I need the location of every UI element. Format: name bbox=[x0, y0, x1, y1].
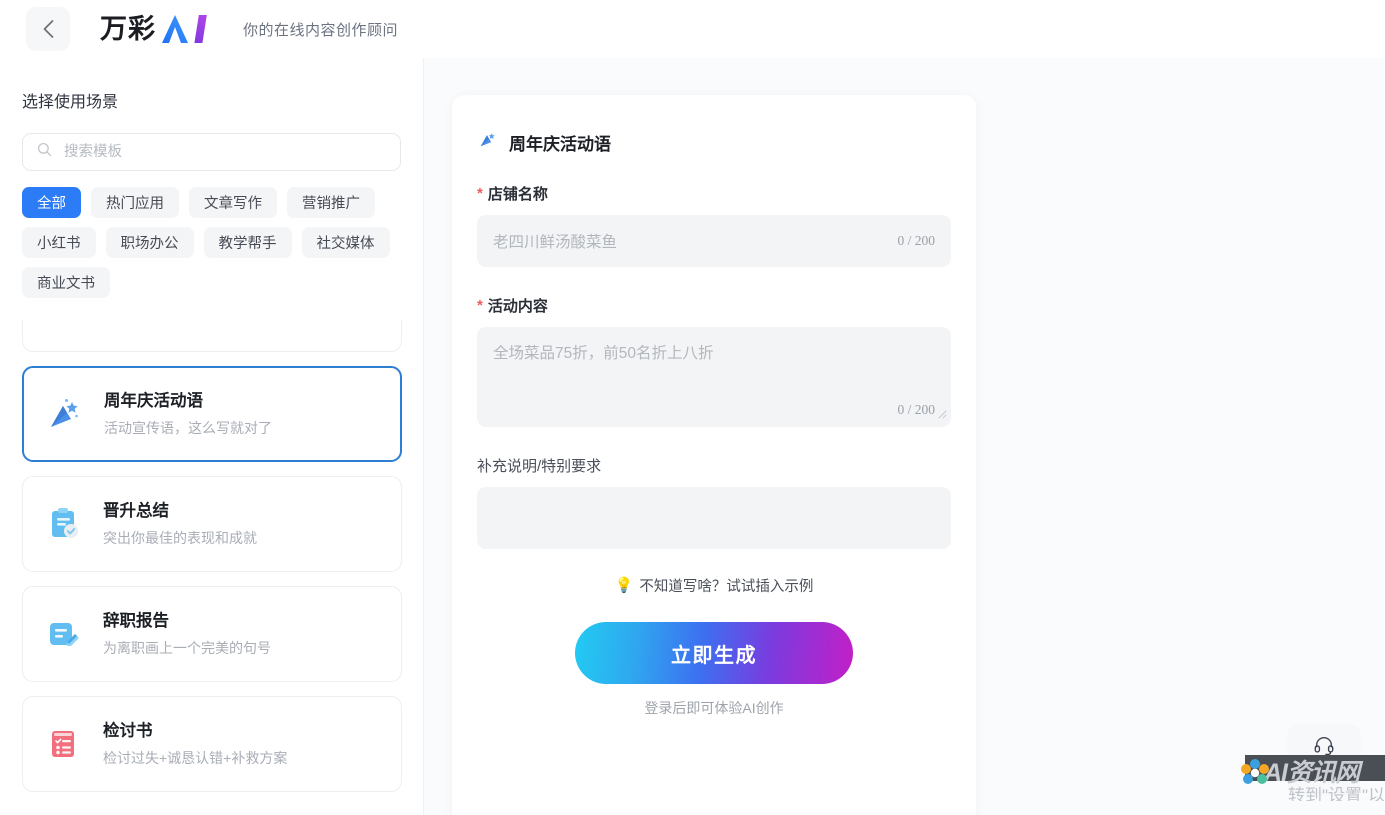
template-desc: 活动宣传语，这么写就对了 bbox=[104, 420, 272, 437]
form-title: 周年庆活动语 bbox=[509, 134, 611, 154]
brand-logo[interactable]: 万彩 bbox=[100, 14, 217, 44]
activity-content-textarea[interactable]: 全场菜品75折，前50名折上八折 0 / 200 bbox=[477, 327, 951, 427]
template-card-resignation[interactable]: 辞职报告 为离职画上一个完美的句号 bbox=[22, 586, 402, 682]
chip-xiaohongshu[interactable]: 小红书 bbox=[22, 227, 96, 258]
clipboard-check-icon bbox=[43, 504, 83, 544]
template-list[interactable]: 清晰新政策、推动新目标 周年庆活动语 活动宣传语，这么写就对了 bbox=[0, 320, 423, 815]
search-icon bbox=[37, 142, 52, 162]
sidebar: 选择使用场景 全部 热门应用 文章写作 营销推广 小红书 职场办公 教学帮手 社… bbox=[0, 58, 424, 815]
template-card-self-criticism[interactable]: 检讨书 检讨过失+诚恳认错+补救方案 bbox=[22, 696, 402, 792]
required-asterisk: * bbox=[477, 185, 483, 202]
main-content: AI创作结果会在显示这里 现在，你只需要 1. 在左侧填好必要的信息，填写越详细… bbox=[424, 58, 1385, 815]
generation-form-card: 周年庆活动语 * 店铺名称 老四川鲜汤酸菜鱼 0 / 200 * 活动内容 全场… bbox=[452, 95, 976, 815]
activity-content-counter: 0 / 200 bbox=[897, 402, 935, 417]
brand-ai-mark bbox=[161, 14, 217, 44]
chip-teaching[interactable]: 教学帮手 bbox=[203, 227, 292, 258]
template-desc: 为离职画上一个完美的句号 bbox=[103, 640, 271, 657]
document-pen-icon bbox=[43, 614, 83, 654]
login-note: 登录后即可体验AI创作 bbox=[644, 700, 784, 716]
form-card-header: 周年庆活动语 bbox=[477, 129, 951, 155]
chip-social-media[interactable]: 社交媒体 bbox=[301, 227, 390, 258]
red-checklist-icon bbox=[43, 724, 83, 764]
shop-name-counter: 0 / 200 bbox=[897, 233, 935, 248]
insert-example-hint[interactable]: 💡 不知道写啥？试试插入示例 bbox=[477, 575, 951, 596]
template-title: 周年庆活动语 bbox=[104, 391, 203, 410]
chip-hot-apps[interactable]: 热门应用 bbox=[91, 187, 179, 218]
chip-marketing[interactable]: 营销推广 bbox=[287, 187, 375, 218]
field-label-text: 活动内容 bbox=[487, 298, 548, 315]
watermark-text: AI资讯网 bbox=[1264, 759, 1360, 787]
preview-panel: AI创作结果会在显示这里 现在，你只需要 1. 在左侧填好必要的信息，填写越详细… bbox=[984, 58, 1385, 815]
chip-all[interactable]: 全部 bbox=[22, 187, 81, 218]
template-desc: 突出你最佳的表现和成就 bbox=[103, 530, 257, 547]
field-label-row: * 店铺名称 bbox=[477, 183, 951, 204]
template-desc: 检讨过失+诚恳认错+补救方案 bbox=[103, 750, 288, 767]
activity-content-placeholder: 全场菜品75折，前50名折上八折 bbox=[493, 345, 714, 362]
brand-wordmark: 万彩 bbox=[100, 13, 156, 44]
template-title: 辞职报告 bbox=[103, 611, 169, 630]
category-chip-group: 全部 热门应用 文章写作 营销推广 小红书 职场办公 教学帮手 社交媒体 商业文… bbox=[22, 187, 401, 298]
light-bulb-icon: 💡 bbox=[614, 577, 634, 594]
app-header: 万彩 你的在线内容创作顾问 bbox=[0, 0, 1385, 58]
shop-name-placeholder: 老四川鲜汤酸菜鱼 bbox=[493, 234, 618, 251]
chevron-left-icon bbox=[42, 19, 55, 39]
field-shop-name: * 店铺名称 老四川鲜汤酸菜鱼 0 / 200 bbox=[477, 183, 951, 267]
search-box[interactable] bbox=[22, 133, 401, 171]
field-label-row: 补充说明/特别要求 bbox=[477, 455, 951, 476]
back-button[interactable] bbox=[26, 7, 70, 51]
party-popper-icon bbox=[477, 129, 498, 155]
template-card-policy[interactable]: 清晰新政策、推动新目标 bbox=[22, 320, 402, 352]
template-card-promotion-summary[interactable]: 晋升总结 突出你最佳的表现和成就 bbox=[22, 476, 402, 572]
field-activity-content: * 活动内容 全场菜品75折，前50名折上八折 0 / 200 bbox=[477, 295, 951, 427]
chip-business-doc[interactable]: 商业文书 bbox=[22, 267, 110, 298]
shop-name-input[interactable]: 老四川鲜汤酸菜鱼 0 / 200 bbox=[477, 215, 951, 267]
search-input[interactable] bbox=[62, 143, 386, 161]
site-watermark: 转到"设置"以 AI资讯网 bbox=[1240, 755, 1385, 801]
watermark-flower-icon bbox=[1240, 758, 1270, 793]
field-label-row: * 活动内容 bbox=[477, 295, 951, 316]
banner-icon bbox=[43, 320, 83, 324]
extra-notes-textarea[interactable] bbox=[477, 487, 951, 549]
resize-grip-icon[interactable] bbox=[937, 406, 947, 424]
party-popper-icon bbox=[44, 394, 84, 434]
required-asterisk: * bbox=[477, 297, 483, 314]
chip-article[interactable]: 文章写作 bbox=[189, 187, 277, 218]
insert-example-text: 不知道写啥？试试插入示例 bbox=[639, 579, 814, 595]
template-card-anniversary[interactable]: 周年庆活动语 活动宣传语，这么写就对了 bbox=[22, 366, 402, 462]
chip-workplace[interactable]: 职场办公 bbox=[105, 227, 194, 258]
app-root: 万彩 你的在线内容创作顾问 选择使用场景 搜索模板 全部 热门应用 文章写作 营… bbox=[0, 0, 1385, 815]
field-label-text: 补充说明/特别要求 bbox=[477, 458, 602, 475]
template-title: 晋升总结 bbox=[103, 501, 169, 520]
sidebar-title: 选择使用场景 bbox=[22, 94, 119, 111]
template-title: 检讨书 bbox=[103, 721, 153, 740]
generate-button[interactable]: 立即生成 bbox=[575, 622, 853, 684]
field-extra-notes: 补充说明/特别要求 bbox=[477, 455, 951, 549]
field-label-text: 店铺名称 bbox=[487, 186, 548, 203]
header-tagline: 你的在线内容创作顾问 bbox=[243, 21, 399, 39]
